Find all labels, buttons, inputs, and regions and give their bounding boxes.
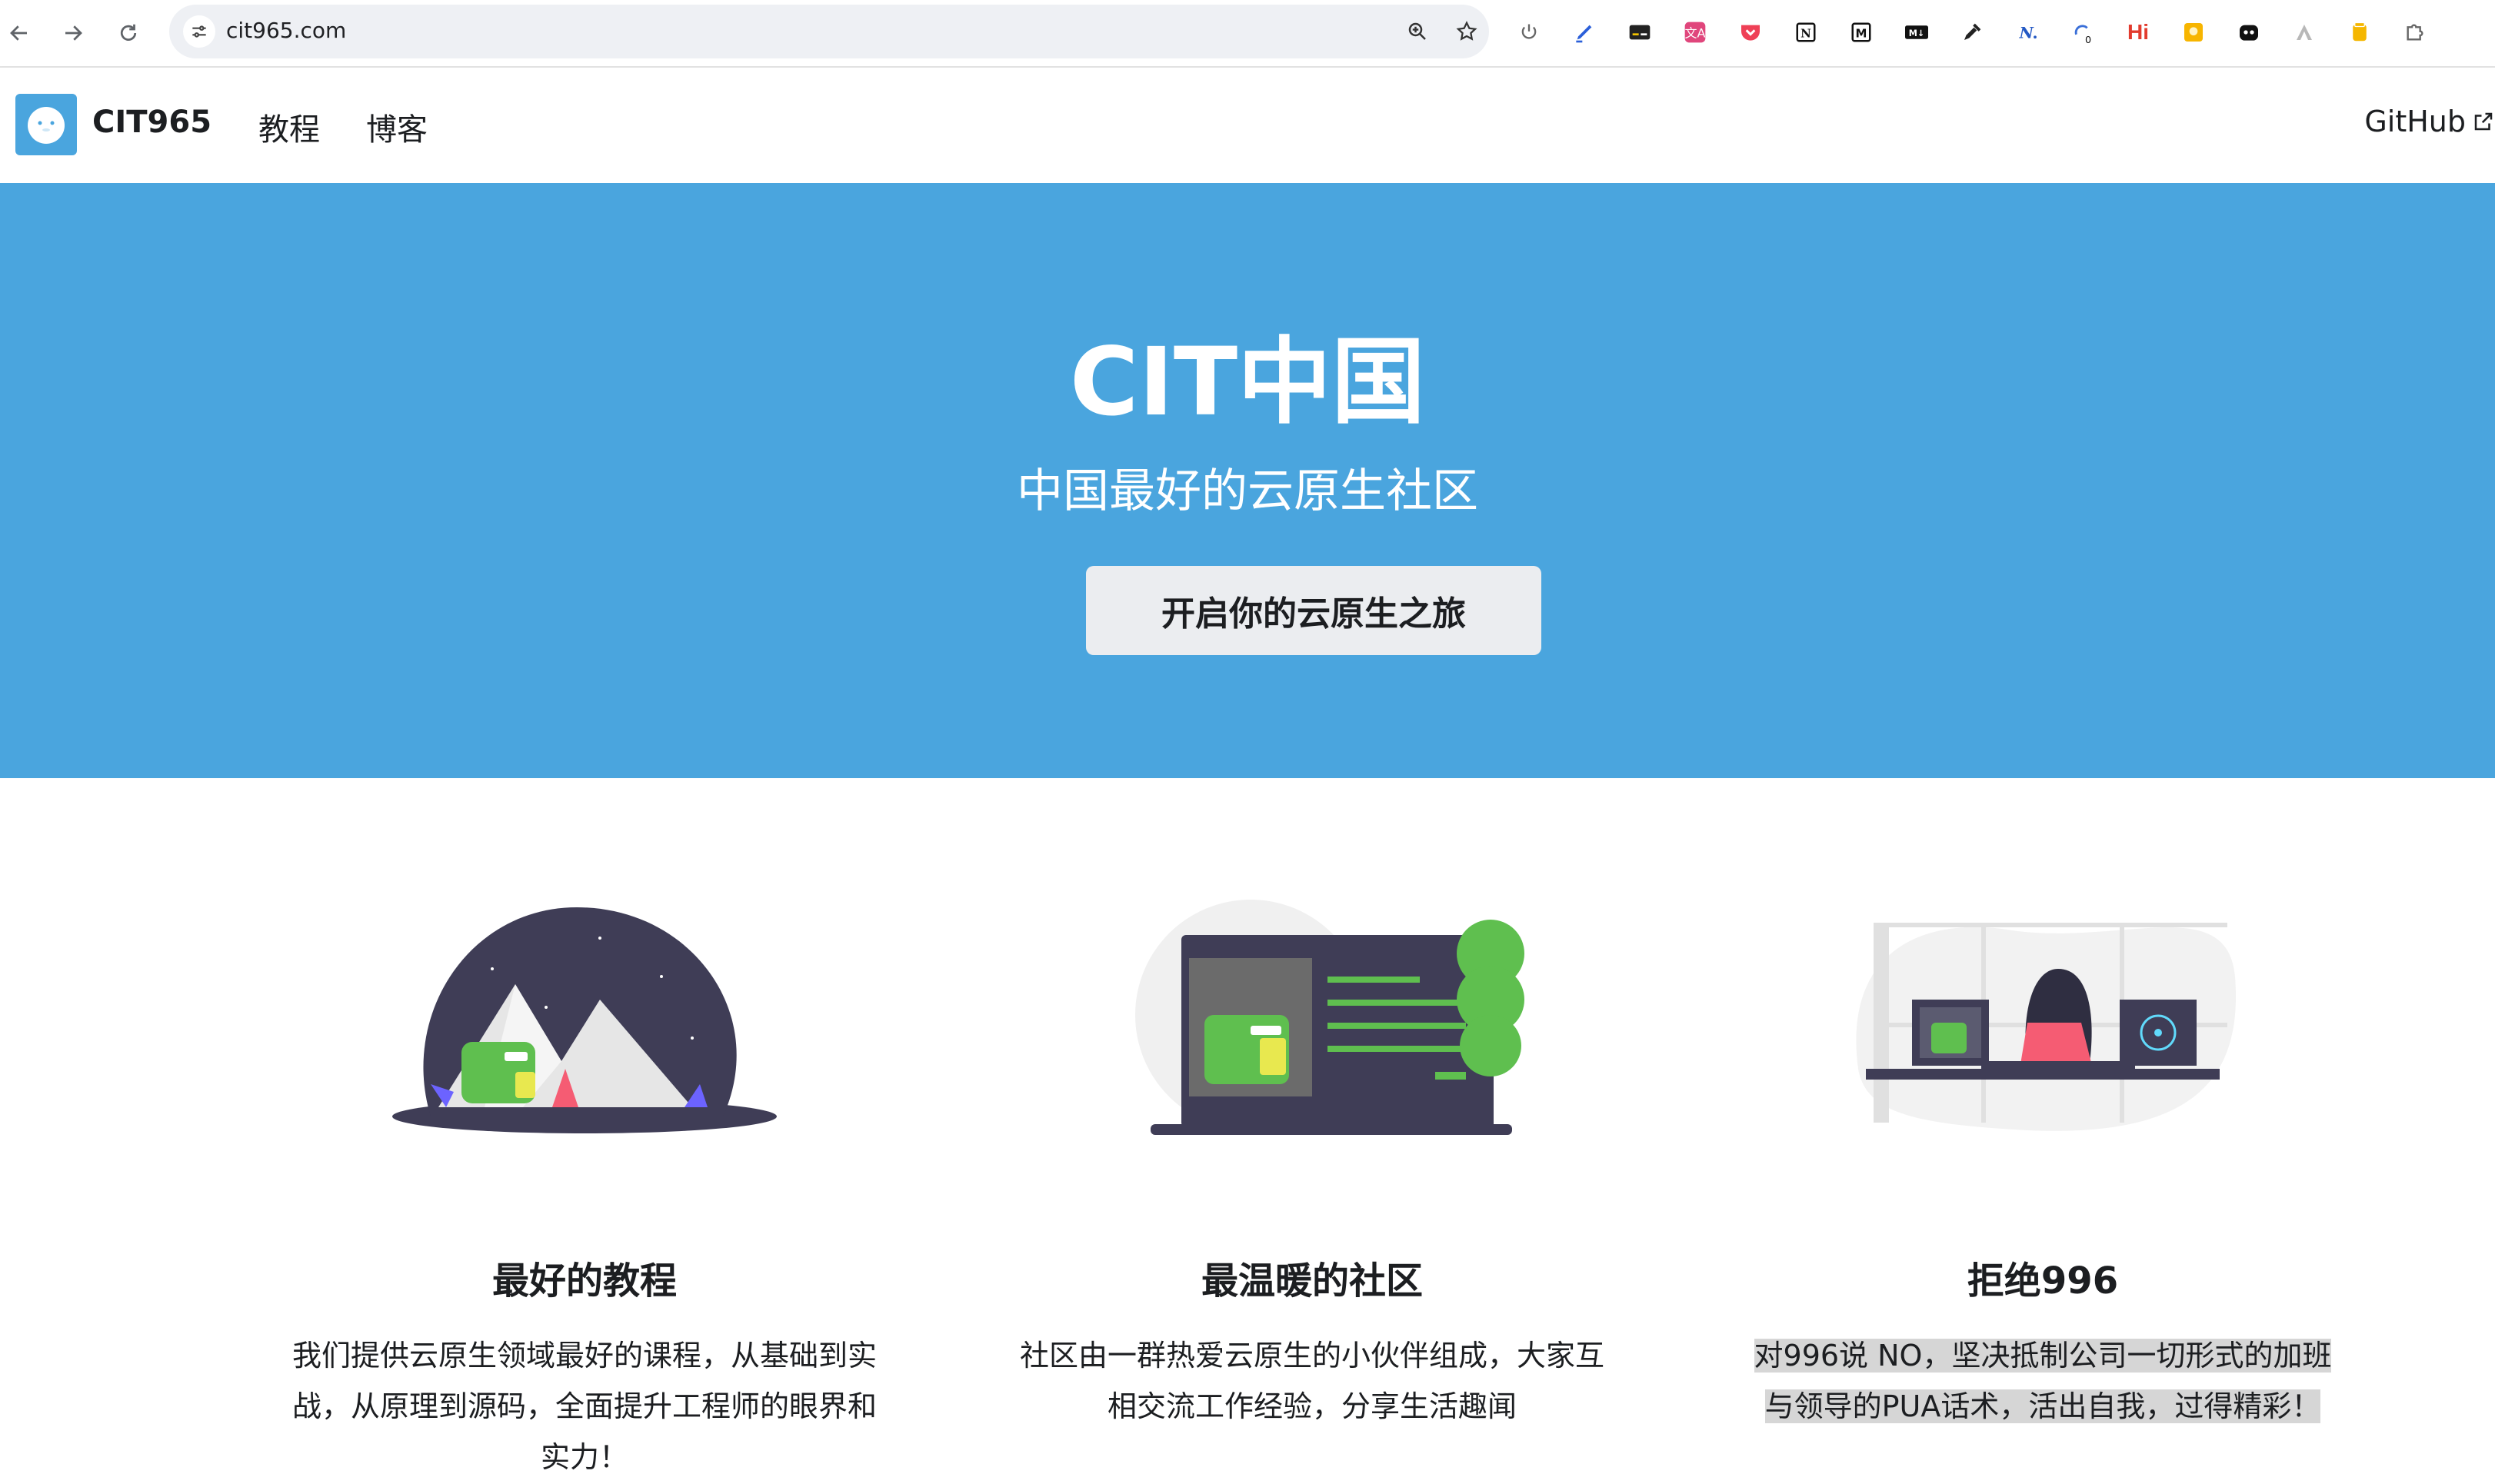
hero-subtitle: 中国最好的云原生社区 [1017, 464, 1478, 518]
mountain-camp-illustration [392, 907, 777, 1133]
feature-title: 拒绝996 [1967, 1259, 2119, 1303]
star-icon [1456, 21, 1477, 41]
pocket-icon[interactable] [1732, 14, 1769, 51]
developer-desk-illustration [1856, 923, 2237, 1131]
nav-link-tutorials[interactable]: 教程 [258, 105, 320, 149]
bookmark-button[interactable] [1451, 15, 1483, 48]
svg-text:M↓: M↓ [1909, 28, 1925, 38]
github-link-label: GitHub [2364, 105, 2466, 138]
feature-title: 最温暖的社区 [1201, 1259, 1423, 1303]
feature-no-996: 拒绝996 对996说 NO，坚决抵制公司一切形式的加班与领导的PUA话术，活出… [1697, 884, 2389, 1432]
svg-text:N: N [1800, 26, 1811, 40]
feature-tutorials: 最好的教程 我们提供云原生领域最好的课程，从基础到实战，从原理到源码，全面提升工… [238, 884, 931, 1482]
feature-community: 最温暖的社区 社区由一群热爱云原生的小伙伴组成，大家互相交流工作经验，分享生活趣… [966, 884, 1658, 1432]
sticky-note-icon[interactable] [2175, 14, 2212, 51]
feature-title: 最好的教程 [491, 1259, 677, 1303]
browser-toolbar: cit965.com 文A N M M↓ N 0 Hi [0, 0, 2495, 68]
feature-description: 对996说 NO，坚决抵制公司一切形式的加班与领导的PUA话术，活出自我，过得精… [1743, 1330, 2343, 1432]
site-navbar: CIT965 教程 博客 GitHub [0, 68, 2495, 183]
highlighter-icon[interactable] [1566, 14, 1603, 51]
forward-button[interactable] [55, 15, 91, 51]
power-icon[interactable] [1511, 14, 1547, 51]
site-brand[interactable]: CIT965 [92, 105, 212, 140]
nav-link-blog[interactable]: 博客 [366, 105, 428, 149]
laptop-community-illustration [1135, 900, 1524, 1135]
subtitles-icon[interactable] [1621, 14, 1658, 51]
zoom-icon [1408, 22, 1426, 40]
n-icon[interactable]: N [2009, 14, 2046, 51]
medium-icon[interactable]: M [1843, 14, 1880, 51]
back-button[interactable] [2, 15, 37, 51]
address-bar[interactable]: cit965.com [169, 5, 1489, 58]
zoom-button[interactable] [1401, 15, 1434, 48]
eyedropper-icon[interactable] [1954, 14, 1990, 51]
hero-title: CIT中国 [1069, 328, 1426, 437]
url-text[interactable]: cit965.com [226, 18, 346, 43]
puzzle-icon[interactable] [2397, 14, 2433, 51]
external-link-icon [2474, 112, 2493, 131]
tune-icon [192, 25, 206, 38]
hi-icon[interactable]: Hi [2120, 14, 2157, 51]
feature-description: 我们提供云原生领域最好的课程，从基础到实战，从原理到源码，全面提升工程师的眼界和… [291, 1339, 877, 1474]
sync-icon[interactable]: 0 [2064, 14, 2101, 51]
start-journey-button[interactable]: 开启你的云原生之旅 [1086, 566, 1541, 655]
svg-text:0: 0 [2085, 35, 2091, 45]
reload-icon [120, 24, 137, 41]
github-link[interactable]: GitHub [2364, 105, 2495, 138]
svg-text:M: M [1856, 26, 1867, 40]
translate-icon[interactable]: 文A [1677, 14, 1714, 51]
reload-button[interactable] [111, 15, 146, 51]
ghost-logo-icon [28, 107, 65, 144]
hero-banner: CIT中国 中国最好的云原生社区 开启你的云原生之旅 [0, 183, 2495, 778]
back-arrow-icon [10, 25, 27, 41]
feature-description-text: 对996说 NO，坚决抵制公司一切形式的加班与领导的PUA话术，活出自我，过得精… [1754, 1339, 2332, 1423]
site-logo[interactable] [15, 94, 77, 155]
forward-arrow-icon [65, 25, 82, 41]
triangle-icon[interactable] [2286, 14, 2323, 51]
svg-text:N: N [2019, 24, 2034, 42]
feature-description: 社区由一群热爱云原生的小伙伴组成，大家互相交流工作经验，分享生活趣闻 [1019, 1339, 1604, 1423]
svg-text:文A: 文A [1685, 26, 1706, 41]
notion-icon[interactable]: N [1787, 14, 1824, 51]
ghost-icon[interactable] [2230, 14, 2267, 51]
site-info-button[interactable] [183, 15, 215, 48]
jar-icon[interactable] [2341, 14, 2378, 51]
markdown-icon[interactable]: M↓ [1898, 14, 1935, 51]
